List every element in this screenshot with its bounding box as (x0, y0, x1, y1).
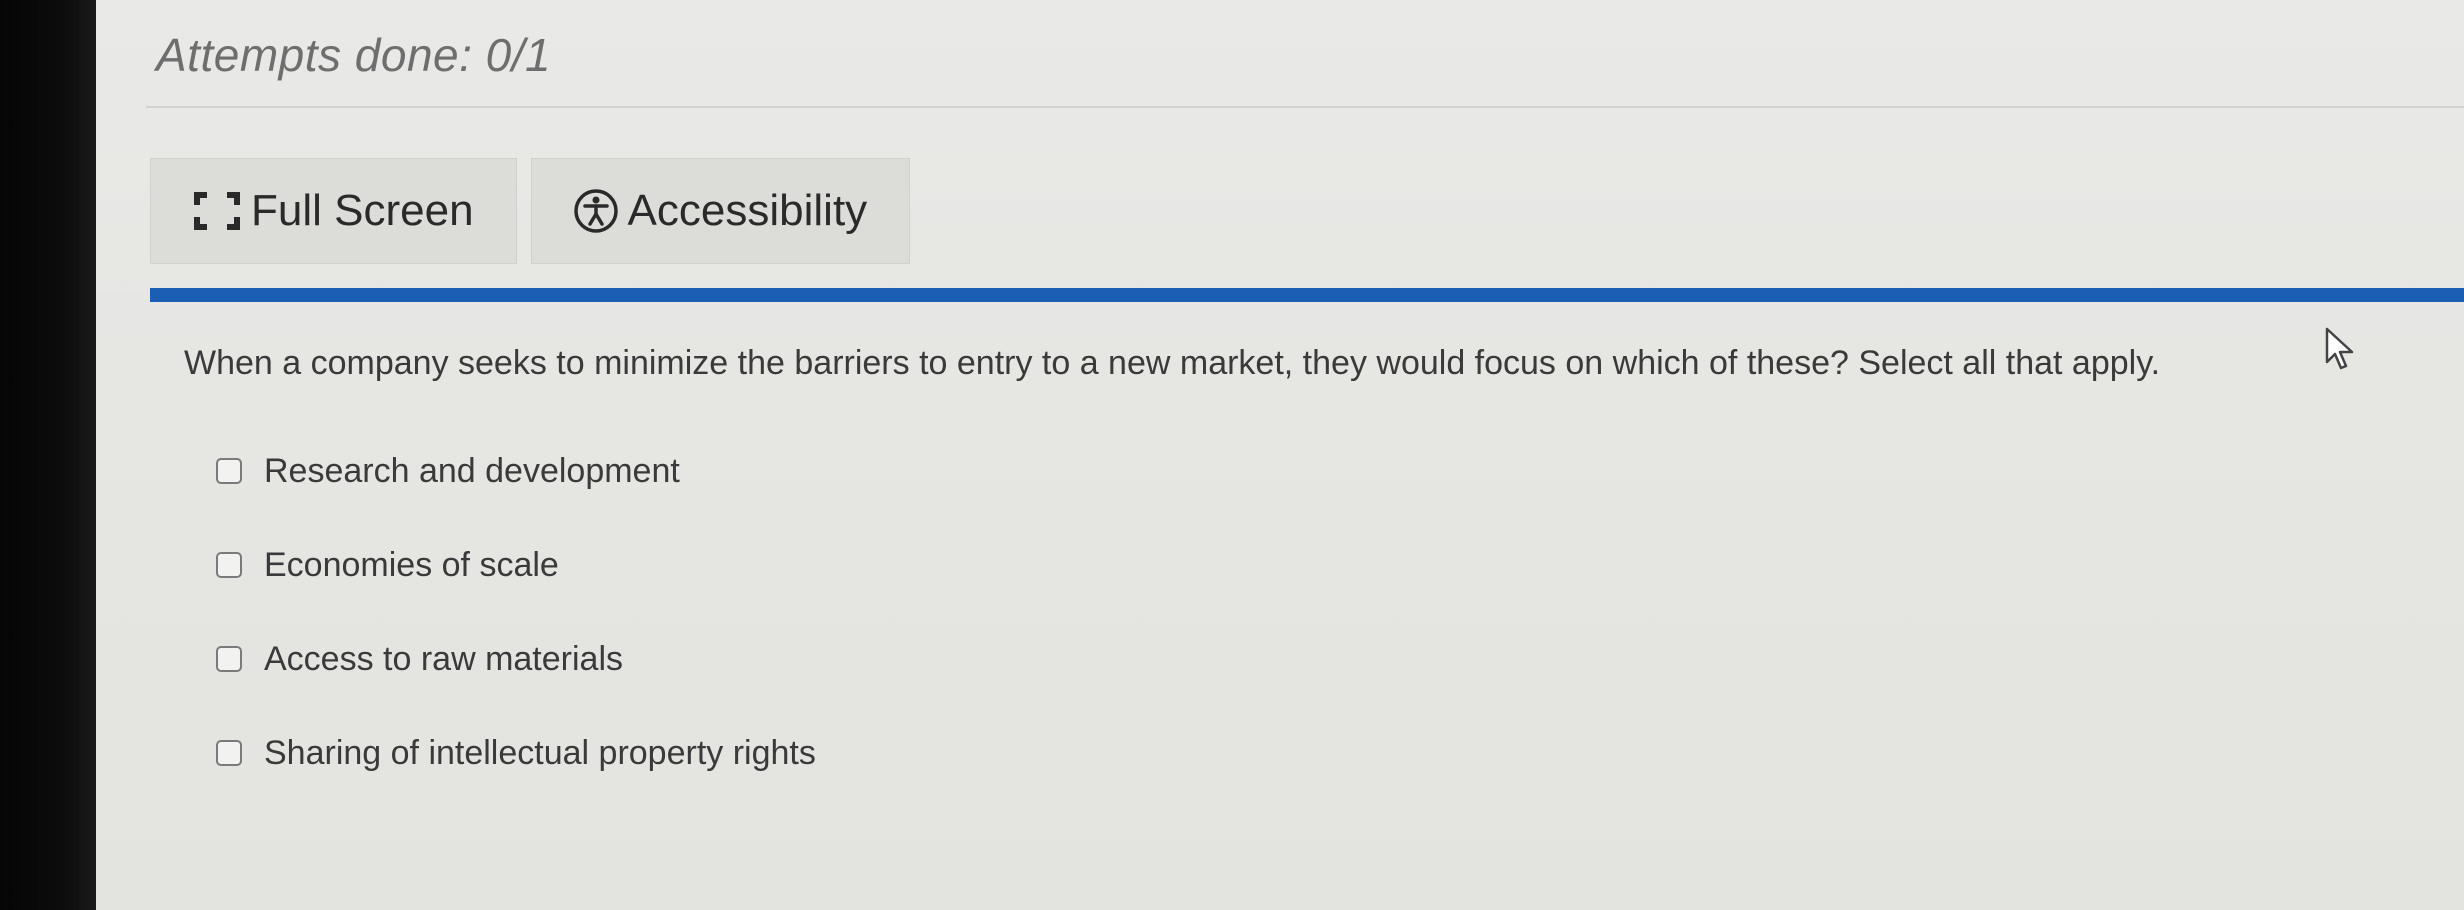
monitor-bezel (0, 0, 96, 910)
checkbox[interactable] (216, 552, 242, 578)
checkbox[interactable] (216, 740, 242, 766)
accessibility-icon (572, 187, 620, 235)
option-label: Sharing of intellectual property rights (264, 733, 816, 772)
toolbar: Full Screen Accessibility (150, 158, 911, 264)
divider (146, 106, 2464, 108)
full-screen-label: Full Screen (251, 186, 474, 235)
option-label: Research and development (264, 451, 680, 490)
quiz-page: Attempts done: 0/1 Full Screen Accessibi… (96, 0, 2464, 910)
full-screen-button[interactable]: Full Screen (150, 158, 517, 264)
option-label: Economies of scale (264, 545, 559, 584)
option-research-and-development[interactable]: Research and development (216, 448, 816, 494)
mouse-pointer-icon (2324, 326, 2360, 379)
question-text: When a company seeks to minimize the bar… (184, 344, 2161, 382)
option-economies-of-scale[interactable]: Economies of scale (216, 542, 816, 588)
option-access-to-raw-materials[interactable]: Access to raw materials (216, 636, 816, 682)
option-label: Access to raw materials (264, 639, 623, 678)
checkbox[interactable] (216, 458, 242, 484)
attempts-counter: Attempts done: 0/1 (156, 29, 552, 81)
answer-options: Research and development Economies of sc… (216, 448, 816, 824)
accessibility-label: Accessibility (627, 186, 868, 235)
fullscreen-icon (191, 189, 243, 233)
accessibility-button[interactable]: Accessibility (530, 158, 911, 264)
screen: Attempts done: 0/1 Full Screen Accessibi… (0, 0, 2464, 910)
option-sharing-of-intellectual-property-rights[interactable]: Sharing of intellectual property rights (216, 730, 816, 776)
checkbox[interactable] (216, 646, 242, 672)
accent-rule (150, 288, 2464, 302)
